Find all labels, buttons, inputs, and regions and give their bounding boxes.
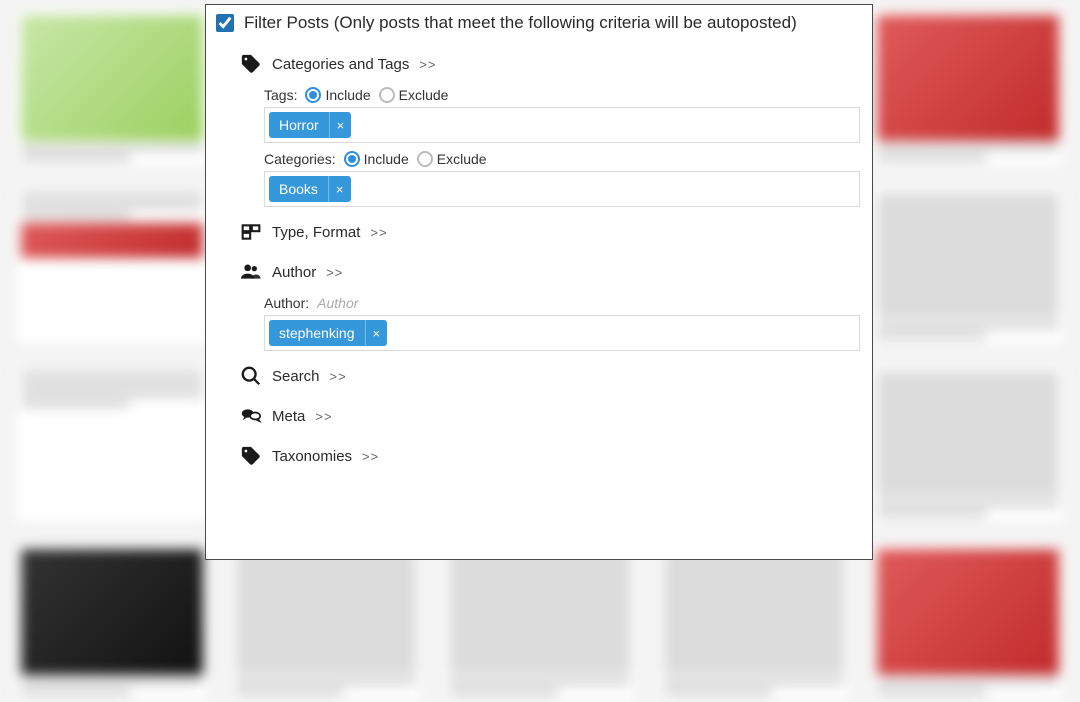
section-categories-tags[interactable]: Categories and Tags >> xyxy=(216,41,860,81)
radio-label: Include xyxy=(325,87,370,103)
section-meta[interactable]: Meta >> xyxy=(216,393,860,433)
filter-enable-checkbox[interactable] xyxy=(216,14,234,32)
expand-indicator: >> xyxy=(326,265,343,280)
section-taxonomies[interactable]: Taxonomies >> xyxy=(216,433,860,473)
expand-indicator: >> xyxy=(362,449,379,464)
comments-icon xyxy=(238,405,264,427)
chip-remove-icon[interactable]: × xyxy=(365,320,388,346)
author-input[interactable]: stephenking × xyxy=(264,315,860,351)
categories-include-radio[interactable]: Include xyxy=(344,151,409,167)
section-label: Author xyxy=(272,264,316,281)
expand-indicator: >> xyxy=(315,409,332,424)
chip-remove-icon[interactable]: × xyxy=(329,112,352,138)
section-search[interactable]: Search >> xyxy=(216,353,860,393)
section-type-format[interactable]: Type, Format >> xyxy=(216,209,860,249)
categories-field: Categories: Include Exclude Books × xyxy=(216,145,860,209)
expand-indicator: >> xyxy=(419,57,436,72)
author-label: Author: xyxy=(264,295,309,311)
chip-remove-icon[interactable]: × xyxy=(328,176,351,202)
layout-icon xyxy=(238,221,264,243)
users-icon xyxy=(238,261,264,283)
tags-exclude-radio[interactable]: Exclude xyxy=(379,87,449,103)
chip-label: stephenking xyxy=(269,325,365,341)
section-label: Search xyxy=(272,368,320,385)
tags-include-radio[interactable]: Include xyxy=(305,87,370,103)
section-label: Categories and Tags xyxy=(272,56,409,73)
categories-exclude-radio[interactable]: Exclude xyxy=(417,151,487,167)
expand-indicator: >> xyxy=(370,225,387,240)
author-field: Author: Author stephenking × xyxy=(216,289,860,353)
tag-icon xyxy=(238,53,264,75)
section-label: Meta xyxy=(272,408,305,425)
categories-label-row: Categories: Include Exclude xyxy=(264,147,860,171)
search-icon xyxy=(238,365,264,387)
categories-input[interactable]: Books × xyxy=(264,171,860,207)
chip-label: Horror xyxy=(269,117,329,133)
section-author[interactable]: Author >> xyxy=(216,249,860,289)
radio-label: Exclude xyxy=(437,151,487,167)
tag-icon xyxy=(238,445,264,467)
author-placeholder: Author xyxy=(317,295,358,311)
chip-label: Books xyxy=(269,181,328,197)
section-label: Taxonomies xyxy=(272,448,352,465)
author-chip: stephenking × xyxy=(269,320,387,346)
filter-posts-panel: Filter Posts (Only posts that meet the f… xyxy=(205,4,873,560)
expand-indicator: >> xyxy=(330,369,347,384)
categories-label: Categories: xyxy=(264,151,336,167)
tags-label: Tags: xyxy=(264,87,297,103)
radio-label: Include xyxy=(364,151,409,167)
section-label: Type, Format xyxy=(272,224,360,241)
radio-label: Exclude xyxy=(399,87,449,103)
tag-chip: Horror × xyxy=(269,112,351,138)
tags-label-row: Tags: Include Exclude xyxy=(264,83,860,107)
tags-input[interactable]: Horror × xyxy=(264,107,860,143)
author-label-row: Author: Author xyxy=(264,291,860,315)
category-chip: Books × xyxy=(269,176,351,202)
panel-header: Filter Posts (Only posts that meet the f… xyxy=(216,11,860,41)
tags-field: Tags: Include Exclude Horror × xyxy=(216,81,860,145)
panel-title: Filter Posts (Only posts that meet the f… xyxy=(244,13,797,33)
